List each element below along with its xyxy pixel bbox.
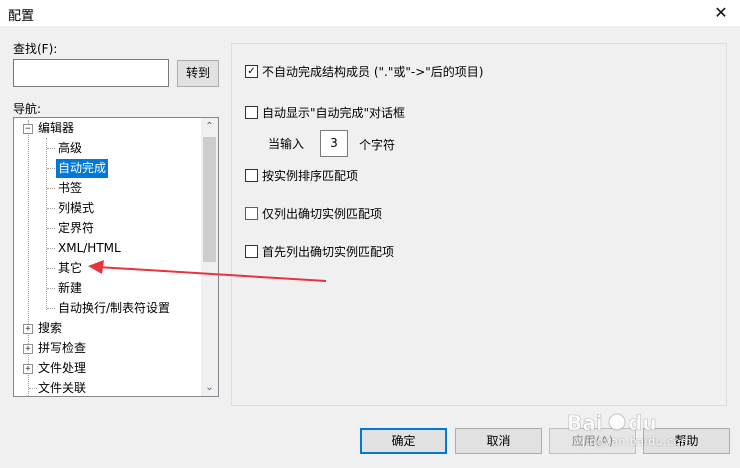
option-label: 首先列出确切实例匹配项 <box>262 245 395 259</box>
tree-line <box>47 228 55 229</box>
window-title: 配置 <box>8 9 35 24</box>
tree-line <box>47 288 55 289</box>
svg-text:du: du <box>628 411 657 435</box>
nav-label: 导航: <box>13 102 42 116</box>
option-label: 自动显示"自动完成"对话框 <box>262 106 406 120</box>
checkbox-checked[interactable]: ✓ <box>245 65 258 78</box>
option-exact-only[interactable]: 仅列出确切实例匹配项 <box>245 206 382 222</box>
option-label: 仅列出确切实例匹配项 <box>262 207 383 221</box>
cancel-button[interactable]: 取消 <box>455 428 542 454</box>
checkbox[interactable] <box>245 207 258 220</box>
tree-item-editor[interactable]: 编辑器 <box>38 119 74 138</box>
ok-button[interactable]: 确定 <box>360 428 447 454</box>
scroll-thumb[interactable] <box>203 137 216 262</box>
option-no-autocomplete-members[interactable]: ✓ 不自动完成结构成员 ("."或"->"后的项目) <box>245 64 483 80</box>
collapse-icon[interactable]: − <box>23 124 33 134</box>
option-exact-first[interactable]: 首先列出确切实例匹配项 <box>245 244 394 260</box>
tree-line <box>47 208 55 209</box>
tree-line <box>47 188 55 189</box>
checkbox[interactable] <box>245 106 258 119</box>
checkbox[interactable] <box>245 245 258 258</box>
tree-item-bookmarks[interactable]: 书签 <box>58 179 82 198</box>
checkbox[interactable] <box>245 169 258 182</box>
tree-line <box>47 308 55 309</box>
tree-item-file-handling[interactable]: 文件处理 <box>38 359 86 378</box>
svg-text:Bai: Bai <box>567 411 603 435</box>
tree-item-spell-check[interactable]: 拼写检查 <box>38 339 86 358</box>
tree-item-delimiters[interactable]: 定界符 <box>58 219 94 238</box>
tree-item-search[interactable]: 搜索 <box>38 319 62 338</box>
scroll-up-icon[interactable]: ⌃ <box>201 118 218 135</box>
char-unit-label: 个字符 <box>359 138 396 152</box>
option-sort-by-instance[interactable]: 按实例排序匹配项 <box>245 168 358 184</box>
tree-line <box>47 148 55 149</box>
find-input[interactable] <box>13 59 169 87</box>
expand-icon[interactable]: + <box>23 344 33 354</box>
tree-line <box>29 388 37 389</box>
options-panel <box>231 43 727 406</box>
watermark-text: jingyan.baidu.com <box>582 435 693 448</box>
find-label: 查找(F): <box>13 42 58 56</box>
close-icon[interactable]: ✕ <box>710 2 732 24</box>
tree-item-new[interactable]: 新建 <box>58 279 82 298</box>
tree-item-column-mode[interactable]: 列模式 <box>58 199 94 218</box>
tree-item-advanced[interactable]: 高级 <box>58 139 82 158</box>
expand-icon[interactable]: + <box>23 324 33 334</box>
title-bar: 配置 ✕ <box>0 0 740 26</box>
tree-line <box>47 268 55 269</box>
expand-icon[interactable]: + <box>23 364 33 374</box>
tree-item-wrap-tab-settings[interactable]: 自动换行/制表符设置 <box>58 299 170 318</box>
option-label: 不自动完成结构成员 ("."或"->"后的项目) <box>262 65 484 79</box>
char-count-input[interactable]: 3 <box>320 130 348 157</box>
scroll-down-icon[interactable]: ⌄ <box>201 379 218 396</box>
option-auto-show-dialog[interactable]: 自动显示"自动完成"对话框 <box>245 105 405 121</box>
tree-item-file-associations[interactable]: 文件关联 <box>38 379 86 396</box>
tree-item-autocomplete[interactable]: 自动完成 <box>56 159 109 178</box>
tree-line <box>47 248 55 249</box>
goto-button[interactable]: 转到 <box>177 60 219 87</box>
tree-line <box>28 120 29 396</box>
when-typing-label: 当输入 <box>268 137 305 151</box>
nav-tree[interactable]: − + + + 编辑器 高级 自动完成 书签 列模式 定界符 XML/HTML … <box>13 117 219 397</box>
tree-item-other[interactable]: 其它 <box>58 259 82 278</box>
tree-line <box>47 168 55 169</box>
tree-scrollbar[interactable]: ⌃ ⌄ <box>201 118 218 396</box>
tree-line <box>46 138 47 310</box>
option-label: 按实例排序匹配项 <box>262 169 359 183</box>
tree-item-xml-html[interactable]: XML/HTML <box>58 239 121 258</box>
